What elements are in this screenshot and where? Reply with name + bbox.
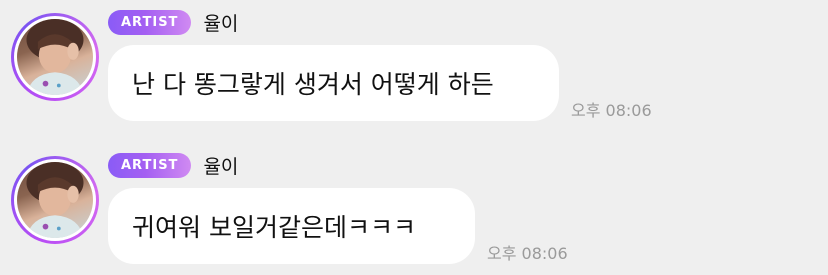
artist-badge: ARTIST: [108, 152, 192, 178]
chat-message: ARTIST 율이 귀여워 보일거같은데ㅋㅋㅋ 오후 08:06: [0, 143, 828, 275]
message-header: ARTIST 율이: [108, 9, 238, 35]
message-bubble[interactable]: 귀여워 보일거같은데ㅋㅋㅋ: [108, 188, 475, 264]
artist-badge: ARTIST: [108, 9, 192, 35]
avatar[interactable]: [11, 13, 99, 101]
message-bubble[interactable]: 난 다 똥그랗게 생겨서 어떻게 하든: [108, 45, 559, 121]
avatar-photo-icon: [17, 162, 93, 238]
sender-name[interactable]: 율이: [203, 152, 238, 179]
message-timestamp: 오후 08:06: [571, 101, 652, 120]
avatar-frame: [14, 159, 96, 241]
message-header: ARTIST 율이: [108, 152, 238, 178]
avatar-photo-icon: [17, 19, 93, 95]
sender-name[interactable]: 율이: [203, 9, 238, 36]
chat-message: ARTIST 율이 난 다 똥그랗게 생겨서 어떻게 하든 오후 08:06: [0, 0, 828, 140]
avatar[interactable]: [11, 156, 99, 244]
message-timestamp: 오후 08:06: [487, 244, 568, 263]
avatar-frame: [14, 16, 96, 98]
